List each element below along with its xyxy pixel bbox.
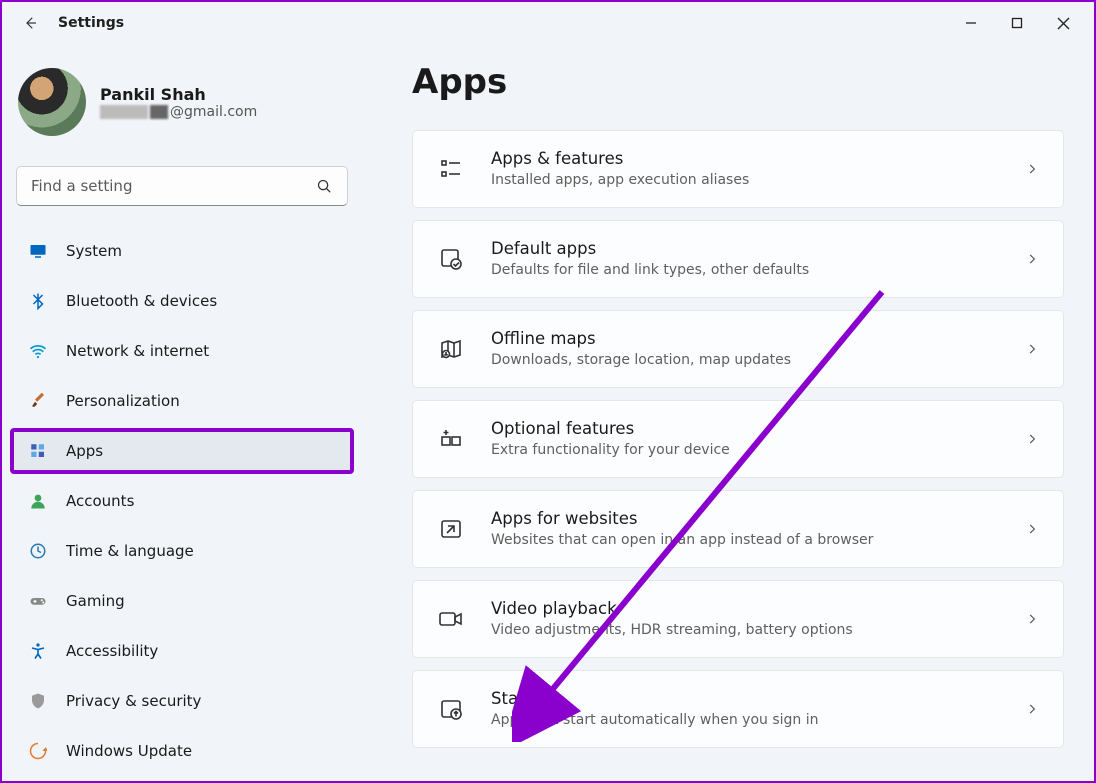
chevron-right-icon (1025, 252, 1039, 266)
minimize-button[interactable] (948, 3, 994, 43)
card-startup[interactable]: StartupApps that start automatically whe… (412, 670, 1064, 748)
card-title: Apps & features (491, 148, 1025, 170)
back-arrow-icon (21, 14, 39, 32)
card-default-apps[interactable]: Default appsDefaults for file and link t… (412, 220, 1064, 298)
profile-email: @gmail.com (100, 104, 257, 120)
search-input[interactable] (31, 177, 316, 195)
titlebar: Settings (2, 2, 1094, 44)
apps-icon (28, 441, 48, 461)
sidebar-item-label: Network & internet (66, 342, 209, 360)
maximize-button[interactable] (994, 3, 1040, 43)
default-apps-icon (437, 245, 465, 273)
sidebar-item-time-language[interactable]: Time & language (12, 530, 352, 572)
profile-name: Pankil Shah (100, 85, 257, 104)
sidebar-item-label: Personalization (66, 392, 180, 410)
back-button[interactable] (10, 3, 50, 43)
sidebar-item-label: Privacy & security (66, 692, 201, 710)
card-title: Offline maps (491, 328, 1025, 350)
main-content: Apps Apps & featuresInstalled apps, app … (362, 44, 1094, 781)
card-optional-features[interactable]: Optional featuresExtra functionality for… (412, 400, 1064, 478)
avatar (18, 68, 86, 136)
sidebar-item-label: Accessibility (66, 642, 158, 660)
video-icon (437, 605, 465, 633)
accessibility-icon (28, 641, 48, 661)
sidebar-nav: System Bluetooth & devices Network & inter… (12, 226, 352, 776)
map-icon (437, 335, 465, 363)
minimize-icon (965, 17, 977, 29)
sidebar-item-windows-update[interactable]: Windows Update (12, 730, 352, 772)
clock-globe-icon (28, 541, 48, 561)
monitor-icon (28, 241, 48, 261)
sidebar-item-label: Bluetooth & devices (66, 292, 217, 310)
shield-icon (28, 691, 48, 711)
sidebar-item-label: Apps (66, 442, 103, 460)
sidebar-item-apps[interactable]: Apps (12, 430, 352, 472)
card-title: Startup (491, 688, 1025, 710)
sidebar-item-label: System (66, 242, 122, 260)
card-apps-features[interactable]: Apps & featuresInstalled apps, app execu… (412, 130, 1064, 208)
window-controls (948, 3, 1086, 43)
window-title: Settings (58, 15, 124, 31)
card-subtitle: Installed apps, app execution aliases (491, 171, 1025, 190)
card-apps-for-websites[interactable]: Apps for websitesWebsites that can open … (412, 490, 1064, 568)
card-subtitle: Defaults for file and link types, other … (491, 261, 1025, 280)
chevron-right-icon (1025, 432, 1039, 446)
sidebar-item-label: Accounts (66, 492, 134, 510)
page-title: Apps (412, 62, 1064, 102)
search-box[interactable] (16, 166, 348, 206)
startup-icon (437, 695, 465, 723)
card-subtitle: Apps that start automatically when you s… (491, 711, 1025, 730)
profile-block[interactable]: Pankil Shah @gmail.com (12, 52, 352, 156)
chevron-right-icon (1025, 342, 1039, 356)
gamepad-icon (28, 591, 48, 611)
bluetooth-icon (28, 291, 48, 311)
websites-icon (437, 515, 465, 543)
sidebar-item-label: Gaming (66, 592, 125, 610)
search-icon (316, 178, 333, 195)
sidebar-item-label: Time & language (66, 542, 194, 560)
sidebar: Pankil Shah @gmail.com System Bluetooth &… (2, 44, 362, 781)
card-subtitle: Websites that can open in an app instead… (491, 531, 1025, 550)
sidebar-item-gaming[interactable]: Gaming (12, 580, 352, 622)
sidebar-item-accessibility[interactable]: Accessibility (12, 630, 352, 672)
list-icon (437, 155, 465, 183)
card-offline-maps[interactable]: Offline mapsDownloads, storage location,… (412, 310, 1064, 388)
brush-icon (28, 391, 48, 411)
chevron-right-icon (1025, 522, 1039, 536)
card-subtitle: Extra functionality for your device (491, 441, 1025, 460)
chevron-right-icon (1025, 612, 1039, 626)
update-icon (28, 741, 48, 761)
sidebar-item-network-internet[interactable]: Network & internet (12, 330, 352, 372)
chevron-right-icon (1025, 702, 1039, 716)
card-video-playback[interactable]: Video playbackVideo adjustments, HDR str… (412, 580, 1064, 658)
sidebar-item-accounts[interactable]: Accounts (12, 480, 352, 522)
person-icon (28, 491, 48, 511)
sidebar-item-personalization[interactable]: Personalization (12, 380, 352, 422)
card-title: Default apps (491, 238, 1025, 260)
close-icon (1057, 17, 1070, 30)
card-title: Video playback (491, 598, 1025, 620)
maximize-icon (1011, 17, 1023, 29)
card-subtitle: Video adjustments, HDR streaming, batter… (491, 621, 1025, 640)
close-button[interactable] (1040, 3, 1086, 43)
sidebar-item-system[interactable]: System (12, 230, 352, 272)
sidebar-item-label: Windows Update (66, 742, 192, 760)
card-title: Apps for websites (491, 508, 1025, 530)
card-subtitle: Downloads, storage location, map updates (491, 351, 1025, 370)
wifi-icon (28, 341, 48, 361)
optional-icon (437, 425, 465, 453)
chevron-right-icon (1025, 162, 1039, 176)
sidebar-item-privacy-security[interactable]: Privacy & security (12, 680, 352, 722)
sidebar-item-bluetooth-devices[interactable]: Bluetooth & devices (12, 280, 352, 322)
card-title: Optional features (491, 418, 1025, 440)
